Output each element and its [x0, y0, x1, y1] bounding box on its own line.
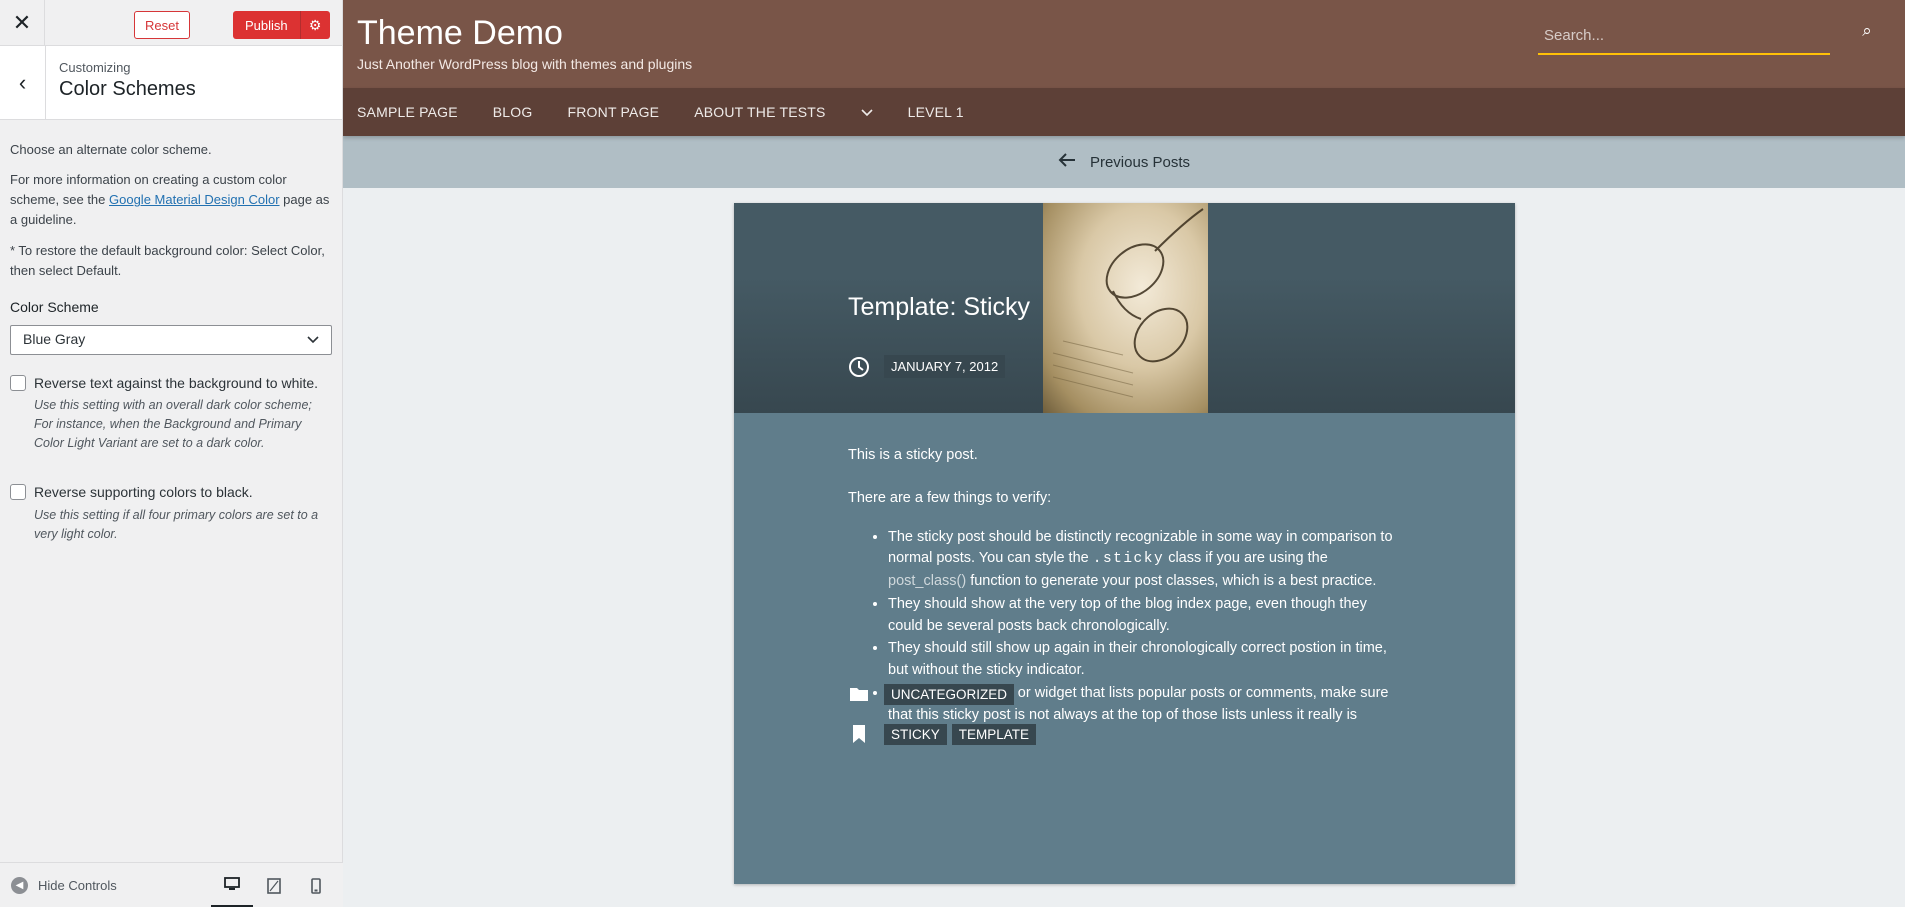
- publish-group: Publish ⚙: [233, 11, 330, 39]
- previous-posts-label: Previous Posts: [1089, 153, 1191, 171]
- customizer-header: ✕ Reset Publish ⚙: [0, 0, 342, 46]
- post-header: Template: Sticky JANUARY 7, 2012: [734, 203, 1515, 413]
- arrow-left-icon: [1058, 151, 1076, 174]
- hide-controls-button[interactable]: ◀ Hide Controls: [11, 876, 117, 894]
- list-item: They should still show up again in their…: [888, 638, 1401, 682]
- post-class-func: post_class(): [888, 573, 967, 589]
- site-preview: Theme Demo Just Another WordPress blog w…: [343, 0, 1905, 907]
- bullet1-middle: class if you are using the: [1164, 550, 1328, 567]
- chevron-down-icon: [307, 335, 319, 343]
- customizing-label: Customizing: [59, 60, 131, 75]
- color-scheme-value: Blue Gray: [23, 330, 86, 347]
- nav-level-1[interactable]: LEVEL 1: [908, 104, 964, 120]
- collapse-arrow-icon: ◀: [11, 876, 28, 894]
- search-field-wrap: [1538, 17, 1830, 55]
- tablet-icon[interactable]: [253, 863, 295, 907]
- gear-icon[interactable]: ⚙: [299, 11, 330, 39]
- post-tags: STICKY TEMPLATE: [848, 723, 1041, 745]
- hide-controls-label: Hide Controls: [38, 877, 117, 893]
- reverse-black-label[interactable]: Reverse supporting colors to black.: [34, 482, 253, 504]
- mobile-icon[interactable]: [295, 863, 337, 907]
- customizer-panel: ✕ Reset Publish ⚙ ‹ Customizing Color Sc…: [0, 0, 343, 907]
- nav-sample-page[interactable]: SAMPLE PAGE: [357, 104, 458, 120]
- bookmark-icon: [853, 725, 865, 743]
- post-title[interactable]: Template: Sticky: [848, 293, 1030, 322]
- reverse-white-row: Reverse text against the background to w…: [10, 373, 332, 395]
- post-verify-intro: There are a few things to verify:: [848, 489, 1052, 506]
- search-input[interactable]: [1538, 17, 1830, 53]
- section-header: ‹ Customizing Color Schemes: [0, 46, 342, 120]
- post-featured-image: [1043, 203, 1208, 413]
- sticky-code: .sticky: [1092, 551, 1165, 568]
- folder-icon: [850, 688, 868, 701]
- site-title[interactable]: Theme Demo: [357, 14, 563, 53]
- tag-chip-sticky[interactable]: STICKY: [884, 723, 947, 745]
- reset-button[interactable]: Reset: [134, 11, 190, 39]
- sticky-post-card: Template: Sticky JANUARY 7, 2012 This is…: [734, 203, 1515, 884]
- color-scheme-select[interactable]: Blue Gray: [10, 324, 332, 355]
- reverse-white-label[interactable]: Reverse text against the background to w…: [34, 373, 318, 395]
- nav-blog[interactable]: BLOG: [493, 104, 533, 120]
- list-item: They should show at the very top of the …: [888, 594, 1401, 638]
- close-icon[interactable]: ✕: [0, 0, 45, 46]
- site-tagline: Just Another WordPress blog with themes …: [357, 56, 693, 72]
- desktop-icon[interactable]: [211, 863, 253, 907]
- reverse-black-checkbox[interactable]: [10, 484, 26, 501]
- primary-nav: SAMPLE PAGE BLOG FRONT PAGE ABOUT THE TE…: [343, 88, 1905, 136]
- verify-list: The sticky post should be distinctly rec…: [848, 527, 1401, 749]
- section-title: Color Schemes: [59, 78, 196, 100]
- info-text: For more information on creating a custo…: [10, 170, 332, 230]
- color-scheme-label: Color Scheme: [10, 298, 99, 315]
- post-date[interactable]: JANUARY 7, 2012: [884, 355, 1006, 378]
- device-switcher: [211, 863, 337, 907]
- reverse-black-desc: Use this setting if all four primary col…: [34, 508, 319, 541]
- clock-icon: [849, 356, 869, 377]
- tag-chip-template[interactable]: TEMPLATE: [951, 723, 1037, 745]
- post-intro: This is a sticky post.: [848, 447, 978, 463]
- previous-posts-bar[interactable]: Previous Posts: [343, 136, 1905, 188]
- intro-text: Choose an alternate color scheme.: [10, 142, 212, 157]
- post-categories: UNCATEGORIZED: [848, 683, 1019, 705]
- section-titles: Customizing Color Schemes: [46, 46, 196, 119]
- material-design-link[interactable]: Google Material Design Color: [109, 192, 280, 207]
- bullet1-after: function to generate your post classes, …: [966, 573, 1377, 589]
- restore-note: * To restore the default background colo…: [10, 242, 325, 278]
- section-body: Choose an alternate color scheme. For mo…: [0, 120, 342, 544]
- nav-about-the-tests[interactable]: ABOUT THE TESTS: [694, 104, 825, 120]
- category-chip[interactable]: UNCATEGORIZED: [884, 683, 1015, 705]
- post-date-row: JANUARY 7, 2012: [848, 355, 1006, 378]
- customizer-footer: ◀ Hide Controls: [0, 862, 343, 907]
- back-arrow-icon[interactable]: ‹: [0, 46, 46, 120]
- site-header: Theme Demo Just Another WordPress blog w…: [343, 0, 1905, 88]
- reverse-black-row: Reverse supporting colors to black.: [10, 482, 332, 504]
- list-item: The sticky post should be distinctly rec…: [888, 527, 1401, 593]
- reverse-white-checkbox[interactable]: [10, 374, 26, 391]
- reverse-white-desc: Use this setting with an overall dark co…: [34, 398, 312, 450]
- search-icon[interactable]: ⌕: [1856, 20, 1878, 42]
- nav-front-page[interactable]: FRONT PAGE: [567, 104, 659, 120]
- publish-button[interactable]: Publish: [233, 11, 300, 39]
- chevron-down-icon[interactable]: [861, 104, 873, 120]
